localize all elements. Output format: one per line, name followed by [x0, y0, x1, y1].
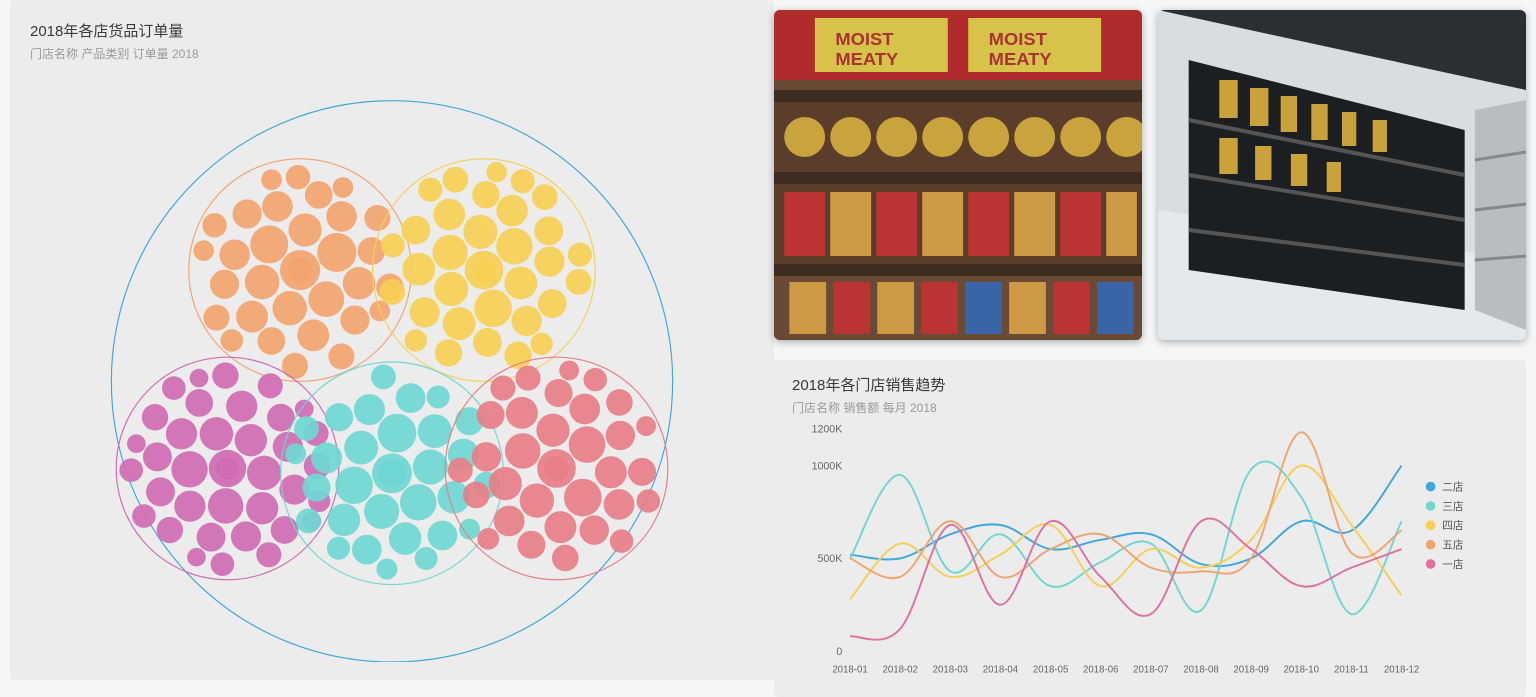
- svg-text:1000K: 1000K: [812, 461, 843, 473]
- svg-text:2018-02: 2018-02: [882, 664, 917, 675]
- svg-text:2018-09: 2018-09: [1233, 664, 1268, 675]
- right-column: MOIST MEATY MOIST MEATY: [774, 0, 1536, 697]
- bubble-title: 2018年各店货品订单量: [30, 20, 754, 41]
- svg-text:MEATY: MEATY: [835, 49, 898, 69]
- svg-text:2018-11: 2018-11: [1334, 664, 1369, 675]
- svg-text:MEATY: MEATY: [989, 49, 1052, 69]
- svg-text:二店: 二店: [1442, 480, 1464, 493]
- line-subtitle: 门店名称 销售额 每月 2018: [792, 399, 1508, 416]
- store-image-2: [1158, 10, 1526, 340]
- line-chart[interactable]: 0 500K 1000K 1200K 2018-01 2018-02 2018-03 2018…: [792, 416, 1508, 683]
- left-column: 2018年各店货品订单量 门店名称 产品类别 订单量 2018: [0, 0, 774, 697]
- line-title: 2018年各门店销售趋势: [792, 374, 1508, 395]
- svg-text:2018-08: 2018-08: [1183, 664, 1218, 675]
- line-chart-wrap: 0 500K 1000K 1200K 2018-01 2018-02 2018-03 2018…: [792, 416, 1508, 683]
- bubble-card: 2018年各店货品订单量 门店名称 产品类别 订单量 2018: [10, 0, 774, 680]
- dashboard: 2018年各店货品订单量 门店名称 产品类别 订单量 2018 MOIST ME…: [0, 0, 1536, 697]
- svg-text:2018-10: 2018-10: [1284, 664, 1319, 675]
- svg-text:四店: 四店: [1442, 519, 1464, 532]
- svg-text:500K: 500K: [817, 553, 842, 565]
- svg-text:2018-04: 2018-04: [983, 664, 1019, 675]
- svg-text:2018-12: 2018-12: [1384, 664, 1419, 675]
- svg-text:1200K: 1200K: [812, 423, 843, 435]
- svg-text:0: 0: [836, 646, 842, 658]
- svg-text:2018-07: 2018-07: [1133, 664, 1168, 675]
- svg-text:MOIST: MOIST: [835, 29, 893, 49]
- svg-text:2018-01: 2018-01: [832, 664, 867, 675]
- line-card: 2018年各门店销售趋势 门店名称 销售额 每月 2018 0 500K 1000K…: [774, 360, 1526, 697]
- svg-text:2018-03: 2018-03: [933, 664, 968, 675]
- svg-text:MOIST: MOIST: [989, 29, 1047, 49]
- svg-text:一店: 一店: [1442, 558, 1464, 571]
- images-row: MOIST MEATY MOIST MEATY: [774, 0, 1526, 340]
- svg-text:五店: 五店: [1442, 539, 1464, 552]
- svg-text:三店: 三店: [1442, 500, 1464, 513]
- svg-text:2018-06: 2018-06: [1083, 664, 1118, 675]
- bubble-subtitle: 门店名称 产品类别 订单量 2018: [30, 45, 754, 62]
- store-image-1: MOIST MEATY MOIST MEATY: [774, 10, 1142, 340]
- circle-packing-chart[interactable]: [30, 62, 754, 662]
- svg-text:2018-05: 2018-05: [1033, 664, 1068, 675]
